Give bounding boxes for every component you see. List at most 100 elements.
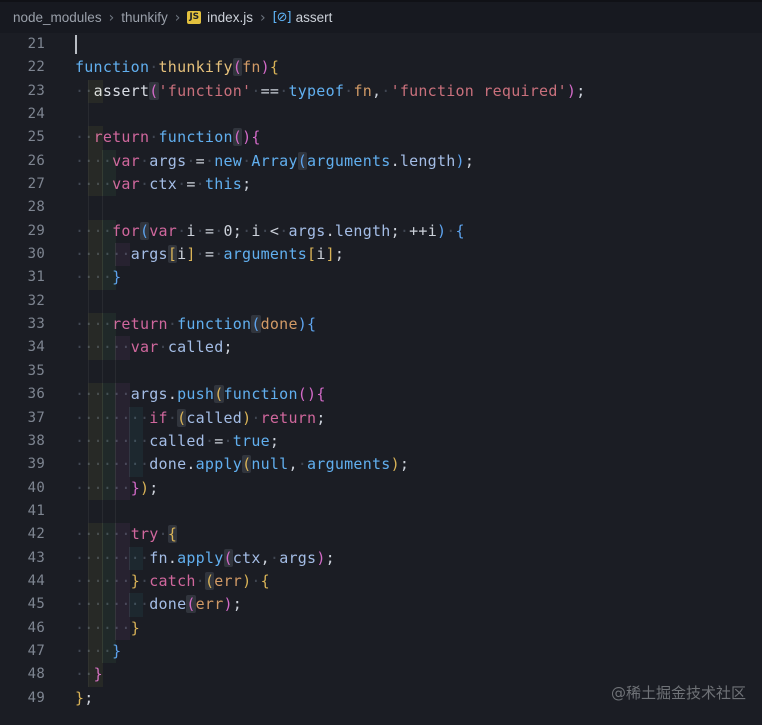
- code-token: err: [214, 571, 243, 590]
- code-line[interactable]: 27 ····var·ctx·=·this;: [0, 173, 762, 197]
- code-line-content[interactable]: ··return·function(){: [75, 126, 762, 150]
- code-line[interactable]: 38 ········called·=·true;: [0, 429, 762, 454]
- line-number: 41: [27, 502, 45, 519]
- breadcrumb-separator: ›: [174, 9, 181, 26]
- indent-guide: [88, 103, 89, 127]
- line-number: 47: [27, 642, 45, 659]
- code-token: .: [167, 548, 178, 567]
- code-line-content[interactable]: ········if·(called)·return;: [75, 406, 762, 430]
- line-number: 33: [27, 316, 45, 333]
- code-token: (: [232, 128, 243, 147]
- code-line-content[interactable]: ······});: [75, 476, 762, 500]
- code-line[interactable]: 33 ····return·function(done){: [0, 313, 762, 337]
- code-line[interactable]: 47 ····}: [0, 639, 762, 664]
- code-line-content[interactable]: [75, 196, 762, 220]
- breadcrumb-item-assert[interactable]: [⊘] assert: [273, 10, 333, 25]
- code-token: args: [279, 548, 317, 567]
- code-line-content[interactable]: ········fn.apply(ctx,·args);: [75, 546, 762, 570]
- line-number: 43: [27, 549, 45, 566]
- code-line[interactable]: 34 ······var·called;: [0, 336, 762, 360]
- breadcrumb-item-index.js[interactable]: JS index.js: [187, 10, 253, 25]
- code-token: called: [149, 431, 205, 450]
- code-area[interactable]: 21 22 function·thunkify(fn){ 23 ··assert('fu…: [0, 33, 762, 725]
- code-line-content[interactable]: ······args[i]·=·arguments[i];: [75, 243, 762, 267]
- indent-rainbow-tint: [88, 313, 103, 337]
- code-line-content[interactable]: ······args.push(function(){: [75, 383, 762, 407]
- code-token: {: [260, 571, 270, 590]
- code-line[interactable]: 41: [0, 499, 762, 524]
- breadcrumb-item-node_modules[interactable]: node_modules: [13, 10, 102, 25]
- code-token: .: [167, 385, 178, 404]
- code-token: ;: [464, 151, 475, 170]
- code-line-content[interactable]: [75, 289, 762, 314]
- code-line-content[interactable]: ······try·{: [75, 523, 762, 547]
- code-line[interactable]: 39 ········done.apply(null,·arguments);: [0, 453, 762, 477]
- code-line[interactable]: 26 ····var·args·=·new·Array(arguments.len…: [0, 149, 762, 174]
- indent-rainbow-tint: [88, 336, 103, 360]
- whitespace-dots: ·: [158, 525, 168, 544]
- code-line[interactable]: 23 ··assert('function'·==·typeof·fn,·'fun…: [0, 79, 762, 104]
- code-line[interactable]: 25 ··return·function(){: [0, 126, 762, 150]
- code-line-content[interactable]: [75, 103, 762, 127]
- code-line[interactable]: 29 ····for(var·i·=·0;·i·<·args.length;·++…: [0, 219, 762, 244]
- code-line[interactable]: 45 ········done(err);: [0, 593, 762, 617]
- code-line-content[interactable]: ······}: [75, 616, 762, 640]
- code-token: ;: [232, 221, 243, 240]
- code-line[interactable]: 21: [0, 33, 762, 56]
- code-line-content[interactable]: ········done(err);: [75, 593, 762, 617]
- code-line[interactable]: 24: [0, 103, 762, 127]
- code-line-content[interactable]: ··assert('function'·==·typeof·fn,·'funct…: [75, 79, 762, 104]
- code-line[interactable]: 46 ······}: [0, 616, 762, 640]
- code-line-content[interactable]: ····var·args·=·new·Array(arguments.lengt…: [75, 149, 762, 174]
- indent-rainbow-tint: [88, 383, 103, 407]
- code-line[interactable]: 36 ······args.push(function(){: [0, 383, 762, 407]
- code-line-content[interactable]: ······var·called;: [75, 336, 762, 360]
- line-number: 23: [27, 82, 45, 99]
- code-token: 0: [223, 221, 233, 240]
- code-line-content[interactable]: ····}: [75, 639, 762, 664]
- code-line[interactable]: 42 ······try·{: [0, 523, 762, 547]
- breadcrumb-item-thunkify[interactable]: thunkify: [121, 10, 168, 25]
- code-token: ;: [149, 478, 159, 497]
- code-token: ): [566, 81, 577, 100]
- code-token: (: [177, 408, 187, 427]
- code-line-content[interactable]: ······}·catch·(err)·{: [75, 569, 762, 594]
- code-line-content[interactable]: ····for(var·i·=·0;·i·<·args.length;·++i)…: [75, 219, 762, 244]
- code-line[interactable]: 35: [0, 359, 762, 384]
- code-line[interactable]: 30 ······args[i]·=·arguments[i];: [0, 243, 762, 267]
- whitespace-dots: ·: [158, 338, 168, 357]
- code-line-content[interactable]: ········done.apply(null,·arguments);: [75, 453, 762, 477]
- line-number: 37: [27, 409, 45, 426]
- indent-rainbow-tint: [88, 663, 103, 687]
- code-token: args: [149, 151, 187, 170]
- code-line[interactable]: 31 ····}: [0, 266, 762, 290]
- code-line-content[interactable]: [75, 499, 762, 524]
- line-number: 40: [27, 479, 45, 496]
- code-token: ): [316, 548, 326, 567]
- indent-rainbow-tint: [115, 243, 130, 267]
- line-number: 26: [27, 152, 45, 169]
- code-line[interactable]: 37 ········if·(called)·return;: [0, 406, 762, 430]
- code-token: ): [242, 128, 252, 147]
- code-line[interactable]: 22 function·thunkify(fn){: [0, 56, 762, 79]
- code-line-content[interactable]: ····}: [75, 266, 762, 290]
- code-token: ,: [260, 548, 270, 567]
- code-line-content[interactable]: [75, 33, 762, 56]
- code-line-content[interactable]: ········called·=·true;: [75, 429, 762, 454]
- code-line-content[interactable]: function·thunkify(fn){: [75, 56, 762, 79]
- indent-rainbow-tint: [101, 616, 116, 640]
- code-token: (: [232, 58, 243, 77]
- code-line[interactable]: 44 ······}·catch·(err)·{: [0, 569, 762, 594]
- code-line-content[interactable]: ····return·function(done){: [75, 313, 762, 337]
- whitespace-dots: ·: [139, 175, 150, 194]
- js-file-icon: JS: [187, 11, 202, 24]
- code-line[interactable]: 32: [0, 289, 762, 314]
- code-line[interactable]: 28: [0, 196, 762, 220]
- code-line-content[interactable]: [75, 359, 762, 384]
- code-line[interactable]: 43 ········fn.apply(ctx,·args);: [0, 546, 762, 570]
- code-line[interactable]: 40 ······});: [0, 476, 762, 500]
- code-token: arguments: [307, 455, 391, 474]
- code-token: push: [177, 385, 215, 404]
- line-number: 35: [27, 362, 45, 379]
- code-line-content[interactable]: ····var·ctx·=·this;: [75, 173, 762, 197]
